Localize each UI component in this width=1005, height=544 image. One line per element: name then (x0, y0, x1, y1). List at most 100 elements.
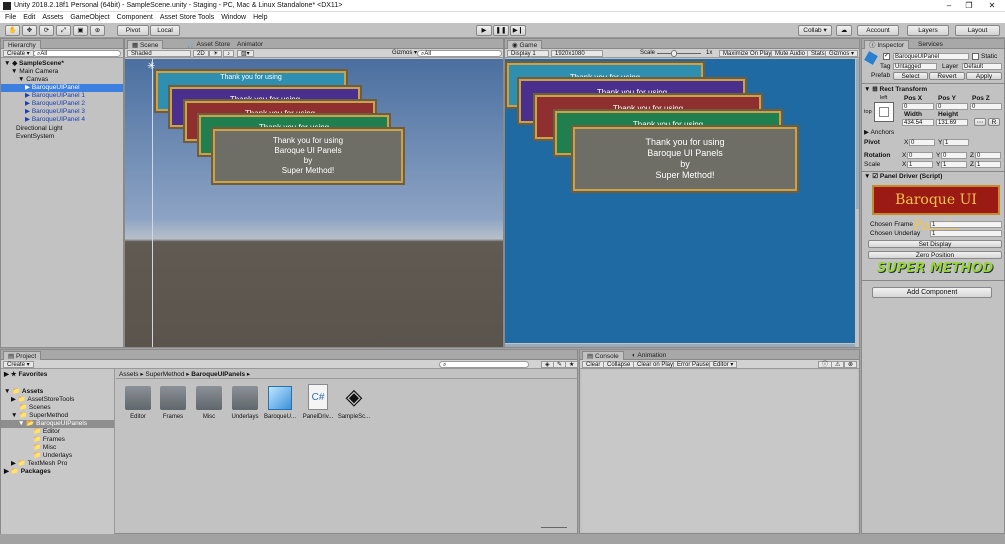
chosen-underlay-field[interactable]: 1 (930, 230, 1002, 237)
favorite-star-icon[interactable]: ★ (565, 361, 579, 368)
tree-row-frames[interactable]: 📁 Frames (33, 436, 65, 444)
scale-tool-icon[interactable]: ⤢ (56, 25, 71, 36)
minimize-button[interactable]: – (941, 1, 957, 10)
scene-card-4[interactable]: Thank you for using Baroque UI Panels by… (211, 127, 405, 185)
pause-button[interactable]: ❚❚ (493, 25, 509, 36)
scale-z-field[interactable]: 1 (975, 161, 1001, 168)
transform-tool-icon[interactable]: ⊕ (90, 25, 105, 36)
2d-toggle[interactable]: 2D (193, 50, 209, 57)
folder-icon[interactable] (160, 386, 186, 410)
hierarchy-row-baroque-2[interactable]: ▶ BaroqueUIPanel 2 (25, 100, 85, 108)
posz-field[interactable]: 0 (970, 103, 1002, 110)
menu-assets[interactable]: Assets (42, 12, 63, 23)
add-component-button[interactable]: Add Component (872, 287, 992, 298)
set-display-button[interactable]: Set Display (868, 240, 1002, 248)
tab-game[interactable]: ◉ Game (507, 40, 543, 49)
console-error-toggle-icon[interactable]: ⊗ (844, 361, 858, 368)
scale-slider-thumb[interactable] (671, 50, 677, 57)
static-checkbox[interactable] (972, 53, 979, 60)
mute-audio-toggle[interactable]: Mute Audio (771, 50, 810, 57)
rotation-y-field[interactable]: 0 (941, 152, 967, 159)
scale-y-field[interactable]: 1 (941, 161, 967, 168)
scale-x-field[interactable]: 1 (907, 161, 933, 168)
assets-row[interactable]: ▼ 📁 Assets (4, 388, 43, 396)
account-dropdown[interactable]: Account (857, 25, 899, 36)
lighting-toggle-icon[interactable]: ☀ (209, 50, 223, 57)
hierarchy-row-main-camera[interactable]: ▼ Main Camera (11, 68, 58, 76)
active-checkbox[interactable]: ✓ (883, 53, 890, 60)
tab-animator[interactable]: Animator (233, 40, 267, 49)
tab-scene[interactable]: ▦ Scene (127, 40, 164, 49)
tab-asset-store[interactable]: 🛒 Asset Store (183, 40, 234, 49)
menu-edit[interactable]: Edit (23, 12, 35, 23)
folder-icon[interactable] (125, 386, 151, 410)
tab-project[interactable]: ▤ Project (3, 351, 42, 360)
menu-gameobject[interactable]: GameObject (70, 12, 109, 23)
scene-search-input[interactable]: ⌕All (417, 50, 502, 57)
hierarchy-row-eventsystem[interactable]: EventSystem (16, 133, 54, 141)
create-dropdown[interactable]: Create ▾ (3, 50, 34, 57)
menu-window[interactable]: Window (221, 12, 246, 23)
project-create-dropdown[interactable]: Create ▾ (3, 361, 34, 368)
maximize-button[interactable]: ❐ (961, 1, 977, 10)
breadcrumb-baroqueuipanels[interactable]: BaroqueUIPanels (191, 371, 245, 378)
packages-row[interactable]: ▶ 📁 Packages (4, 468, 51, 476)
console-info-toggle-icon[interactable]: ⓘ (818, 361, 833, 368)
console-clear-button[interactable]: Clear (582, 361, 605, 368)
prefab-apply-button[interactable]: Apply (966, 72, 1002, 80)
hierarchy-row-baroque-4[interactable]: ▶ BaroqueUIPanel 4 (25, 116, 85, 124)
console-warning-toggle-icon[interactable]: ⚠ (831, 361, 845, 368)
search-by-type-icon[interactable]: ◈ (541, 361, 554, 368)
scale-slider[interactable] (657, 53, 701, 54)
pivot-x-field[interactable]: 0 (909, 139, 935, 146)
resolution-dropdown[interactable]: 1920x1080 (551, 50, 603, 57)
tab-inspector[interactable]: ⓘ Inspector (864, 40, 910, 49)
hierarchy-row-baroque-0[interactable]: ▶ BaroqueUIPanel (1, 84, 123, 92)
hierarchy-row-canvas[interactable]: ▼ Canvas (18, 76, 48, 84)
csharp-script-icon[interactable]: C# (308, 384, 328, 410)
height-field[interactable]: 131.69 (936, 119, 968, 126)
hierarchy-row-directional-light[interactable]: Directional Light (16, 125, 63, 133)
rect-tool-icon[interactable]: ▣ (73, 25, 88, 36)
rotation-x-field[interactable]: 0 (907, 152, 933, 159)
tree-row-misc[interactable]: 📁 Misc (33, 444, 56, 452)
anchors-foldout[interactable]: ▶ Anchors (864, 129, 1002, 137)
tree-row-underlays[interactable]: 📁 Underlays (33, 452, 72, 460)
unity-scene-icon[interactable]: ◈ (341, 384, 367, 410)
raw-edit-button[interactable]: R (988, 118, 1000, 126)
console-collapse-button[interactable]: Collapse (603, 361, 635, 368)
play-button[interactable]: ▶ (476, 25, 492, 36)
maximize-on-play-toggle[interactable]: Maximize On Play (719, 50, 776, 57)
tab-hierarchy[interactable]: Hierarchy (3, 40, 41, 49)
tree-row-textmeshpro[interactable]: ▶ 📁 TextMesh Pro (11, 460, 67, 468)
chosen-frame-field[interactable]: 1 (930, 221, 1002, 228)
tree-row-supermethod[interactable]: ▼ 📁 SuperMethod (11, 412, 68, 420)
menu-component[interactable]: Component (117, 12, 153, 23)
breadcrumb-supermethod[interactable]: SuperMethod (145, 371, 184, 378)
menu-file[interactable]: File (5, 12, 16, 23)
game-gizmos-dropdown[interactable]: Gizmos ▾ (825, 50, 859, 57)
panel-driver-header[interactable]: ▼ ☑ Panel Driver (Script) (864, 173, 1002, 181)
tree-row-assetstoretools[interactable]: ▶ 📁 AssetStoreTools (11, 396, 74, 404)
breadcrumb-assets[interactable]: Assets (119, 371, 139, 378)
hierarchy-search-input[interactable]: ⌕All (33, 50, 121, 57)
local-toggle[interactable]: Local (150, 25, 180, 36)
console-log-area[interactable] (582, 370, 857, 532)
layout-dropdown[interactable]: Layout (955, 25, 1000, 36)
menu-help[interactable]: Help (253, 12, 267, 23)
display-dropdown[interactable]: Display 1 (507, 50, 549, 57)
pivot-toggle[interactable]: Pivot (117, 25, 149, 36)
effects-dropdown-icon[interactable]: ▨▾ (237, 50, 254, 57)
tree-row-editor[interactable]: 📁 Editor (33, 428, 60, 436)
project-search-input[interactable]: ⌕ (439, 361, 529, 368)
posy-field[interactable]: 0 (936, 103, 968, 110)
zero-position-button[interactable]: Zero Position (868, 251, 1002, 259)
prefab-select-button[interactable]: Select (893, 72, 928, 80)
anchor-preset-icon[interactable] (874, 102, 894, 122)
game-scrollbar-h[interactable] (505, 344, 855, 347)
gizmos-dropdown[interactable]: Gizmos ▾ (389, 50, 420, 57)
hierarchy-row-scene[interactable]: ▼ ◆ SampleScene* (4, 60, 64, 68)
hand-tool-icon[interactable]: ✋ (5, 25, 20, 36)
tree-row-baroqueuipanels[interactable]: ▼ 📂 BaroqueUIPanels (1, 420, 114, 428)
blueprint-mode-button[interactable]: ⋯ (974, 118, 986, 126)
